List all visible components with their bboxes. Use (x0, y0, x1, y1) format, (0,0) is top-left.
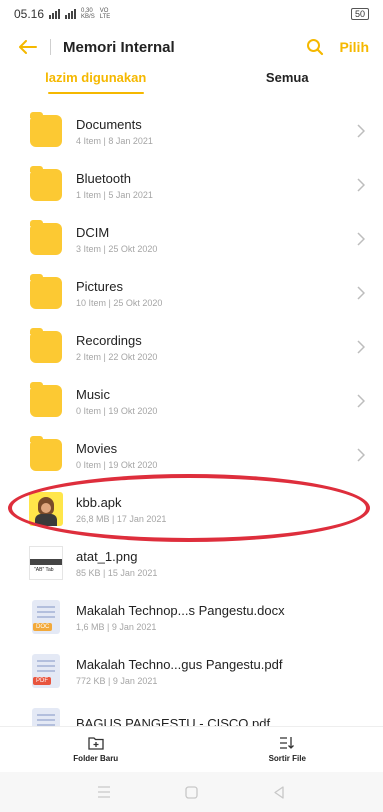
image-thumbnail-icon: "AB" Tab (28, 545, 64, 581)
folder-icon (28, 274, 64, 311)
doc-file-icon: DOC (28, 599, 64, 635)
folder-icon (28, 382, 64, 419)
folder-row-dcim[interactable]: DCIM 3 Item | 25 Okt 2020 (0, 212, 383, 266)
new-folder-button[interactable]: Folder Baru (0, 727, 192, 772)
chevron-right-icon (349, 394, 365, 408)
file-meta: 0 Item | 19 Okt 2020 (76, 459, 158, 470)
folder-row-documents[interactable]: Documents 4 Item | 8 Jan 2021 (0, 104, 383, 158)
file-name: Pictures (76, 278, 123, 294)
file-meta: 1,6 MB | 9 Jan 2021 (76, 621, 157, 632)
chevron-right-icon (349, 448, 365, 462)
folder-row-music[interactable]: Music 0 Item | 19 Okt 2020 (0, 374, 383, 428)
select-button[interactable]: Pilih (339, 39, 369, 55)
battery-icon: 50 (350, 8, 369, 20)
file-meta: 772 KB | 9 Jan 2021 (76, 675, 158, 686)
folder-row-recordings[interactable]: Recordings 2 Item | 22 Okt 2020 (0, 320, 383, 374)
folder-icon (28, 166, 64, 203)
file-meta: 10 Item | 25 Okt 2020 (76, 297, 163, 308)
chevron-right-icon (349, 178, 365, 192)
folder-icon (28, 112, 64, 149)
file-name: Music (76, 386, 110, 402)
file-name: Makalah Techno...gus Pangestu.pdf (76, 656, 283, 672)
file-meta: 3 Item | 25 Okt 2020 (76, 243, 158, 254)
file-meta: 2 Item | 22 Okt 2020 (76, 351, 158, 362)
tab-frequently-used[interactable]: lazim digunakan (0, 66, 192, 96)
file-name: DCIM (76, 224, 110, 240)
folder-icon (28, 436, 64, 473)
chevron-right-icon (349, 232, 365, 246)
network-type: VO LTE (99, 8, 111, 20)
sort-files-button[interactable]: Sortir File (192, 727, 383, 772)
menu-icon (97, 786, 110, 798)
chevron-right-icon (349, 286, 365, 300)
file-row-kbb-apk[interactable]: kbb.apk 26,8 MB | 17 Jan 2021 (0, 482, 383, 536)
file-name: atat_1.png (76, 548, 138, 564)
signal-icon (49, 9, 61, 19)
file-name: Recordings (76, 332, 142, 348)
nav-menu-button[interactable] (92, 780, 116, 804)
folder-row-pictures[interactable]: Pictures 10 Item | 25 Okt 2020 (0, 266, 383, 320)
folder-icon (28, 220, 64, 257)
tab-all[interactable]: Semua (192, 66, 383, 96)
arrow-left-icon (19, 40, 37, 54)
new-folder-icon (88, 737, 104, 750)
file-meta: 85 KB | 15 Jan 2021 (76, 567, 158, 578)
nav-home-button[interactable] (179, 780, 203, 804)
file-meta: 0 Item | 19 Okt 2020 (76, 405, 158, 416)
app-bar: Memori Internal Pilih (0, 30, 383, 64)
file-list: Documents 4 Item | 8 Jan 2021 Bluetooth … (0, 104, 383, 752)
back-triangle-icon (274, 785, 284, 799)
file-meta: 26,8 MB | 17 Jan 2021 (76, 513, 167, 524)
signal-icon-2 (65, 9, 77, 19)
system-nav-bar (0, 772, 383, 812)
file-row-atat-png[interactable]: "AB" Tab atat_1.png 85 KB | 15 Jan 2021 (0, 536, 383, 590)
file-meta: 4 Item | 8 Jan 2021 (76, 135, 153, 146)
home-icon (185, 785, 198, 799)
page-title: Memori Internal (63, 38, 175, 56)
status-bar: 05.16 0,30 KB/S VO LTE 50 (0, 0, 383, 28)
file-meta: 1 Item | 5 Jan 2021 (76, 189, 153, 200)
file-name: kbb.apk (76, 494, 122, 510)
chevron-right-icon (349, 124, 365, 138)
pdf-file-icon: PDF (28, 653, 64, 689)
bottom-action-bar: Folder Baru Sortir File (0, 726, 383, 772)
folder-row-movies[interactable]: Movies 0 Item | 19 Okt 2020 (0, 428, 383, 482)
sort-icon (280, 737, 295, 749)
nav-back-button[interactable] (267, 780, 291, 804)
folder-icon (28, 328, 64, 365)
file-name: Movies (76, 440, 118, 456)
folder-row-bluetooth[interactable]: Bluetooth 1 Item | 5 Jan 2021 (0, 158, 383, 212)
back-button[interactable] (14, 33, 42, 61)
file-name: Documents (76, 116, 142, 132)
file-name: Bluetooth (76, 170, 131, 186)
file-row-makalah-docx[interactable]: DOC Makalah Technop...s Pangestu.docx 1,… (0, 590, 383, 644)
apk-icon (28, 491, 64, 527)
chevron-right-icon (349, 340, 365, 354)
clock: 05.16 (14, 7, 45, 21)
tab-bar: lazim digunakan Semua (0, 66, 383, 96)
title-divider (50, 39, 51, 55)
network-speed: 0,30 KB/S (81, 8, 95, 20)
search-icon (307, 39, 324, 56)
file-name: Makalah Technop...s Pangestu.docx (76, 602, 285, 618)
file-row-makalah-pdf[interactable]: PDF Makalah Techno...gus Pangestu.pdf 77… (0, 644, 383, 698)
search-button[interactable] (301, 33, 329, 61)
